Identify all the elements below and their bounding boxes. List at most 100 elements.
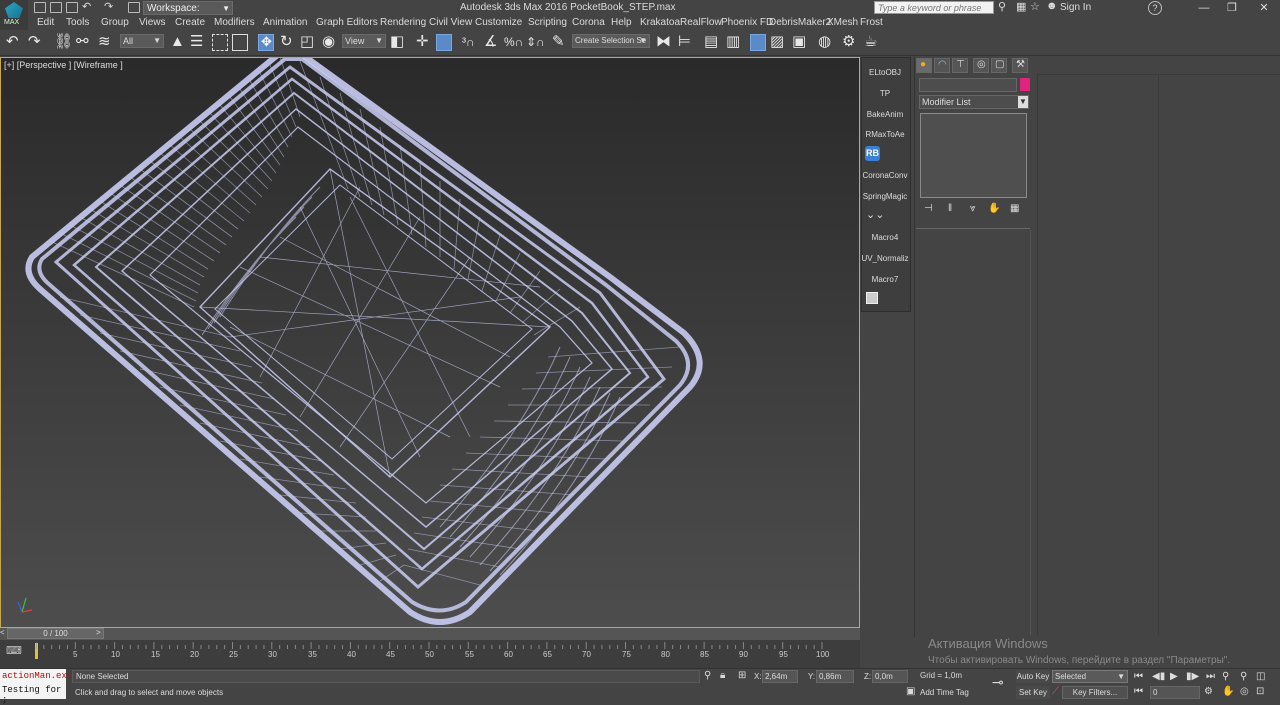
angle-snap-icon[interactable]: ∡ xyxy=(484,33,497,51)
user-icon[interactable]: ☻ xyxy=(1046,0,1058,12)
bind-space-warp-icon[interactable]: ≋ xyxy=(98,33,111,51)
scene-explorer-icon[interactable] xyxy=(750,34,766,51)
menu-modifiers[interactable]: Modifiers xyxy=(214,16,255,30)
named-selection-set-dropdown[interactable]: Create Selection Se ▼ xyxy=(572,34,650,48)
key-filter-icon[interactable]: ⟋ xyxy=(1052,686,1059,697)
menu-civil-view[interactable]: Civil View xyxy=(429,16,472,30)
auto-key-button[interactable]: Auto Key xyxy=(1016,670,1050,683)
select-object-icon[interactable]: ▲ xyxy=(170,33,185,51)
select-and-rotate-icon[interactable]: ↻ xyxy=(280,33,293,51)
viewport-label-menu[interactable]: [+] [Perspective ] [Wireframe ] xyxy=(4,60,123,70)
workspace-dropdown[interactable]: Workspace: Default ▼ xyxy=(143,1,233,27)
redo-quick-icon[interactable]: ↷ xyxy=(104,0,113,13)
menu-create[interactable]: Create xyxy=(175,16,205,30)
macro7-button[interactable]: Macro7 xyxy=(861,275,909,284)
select-and-move-icon[interactable]: ✥ xyxy=(258,34,274,51)
select-and-scale-icon[interactable]: ◰ xyxy=(300,33,314,51)
menu-debrismaker2[interactable]: DebrisMaker2 xyxy=(769,16,831,30)
slider-prev-icon[interactable]: < xyxy=(0,628,5,637)
time-slider-thumb[interactable]: 0 / 100 xyxy=(7,628,104,639)
search-input[interactable]: Type a keyword or phrase xyxy=(874,1,994,14)
material-editor-icon[interactable]: ◍ xyxy=(818,33,831,51)
toggle-ribbon-icon[interactable]: ▥ xyxy=(726,33,740,51)
pivot-center-icon[interactable]: ◧ xyxy=(390,33,404,51)
orbit-icon[interactable]: ◎ xyxy=(1240,686,1249,697)
macro-tp-button[interactable]: TP xyxy=(861,89,909,98)
key-mode-dropdown[interactable]: Selected ▼ xyxy=(1052,670,1128,683)
app-menu-button[interactable]: MAX xyxy=(0,0,28,30)
snaps-toggle-icon[interactable]: ³∩ xyxy=(462,33,475,51)
macro-uv-normaliz-button[interactable]: UV_Normaliz xyxy=(861,254,909,263)
zoom-icon[interactable]: ⚲ xyxy=(1222,671,1229,682)
project-folder-icon[interactable] xyxy=(128,2,140,13)
maxscript-listener[interactable]: actionMan.exe Testing for ; xyxy=(0,669,72,705)
menu-help[interactable]: Help xyxy=(611,16,632,30)
menu-krakatoa[interactable]: Krakatoa xyxy=(640,16,680,30)
absolute-mode-icon[interactable]: ⊞ xyxy=(738,670,746,681)
time-slider-track[interactable] xyxy=(0,628,860,640)
set-key-button[interactable]: Set Key xyxy=(1016,686,1050,699)
time-tag-icon[interactable]: ▣ xyxy=(906,686,915,697)
go-to-end-icon[interactable]: ⏭ xyxy=(1206,671,1215,682)
menu-edit[interactable]: Edit xyxy=(37,16,54,30)
script-icon[interactable] xyxy=(866,292,878,304)
key-mode-toggle-icon[interactable]: ⏮ xyxy=(1134,686,1143,697)
render-teapot-icon[interactable]: ☕ xyxy=(864,33,877,51)
add-time-tag-button[interactable]: Add Time Tag xyxy=(920,688,969,697)
sign-in-button[interactable]: Sign In xyxy=(1060,1,1091,15)
macro4-button[interactable]: Macro4 xyxy=(861,233,909,242)
zoom-extents-icon[interactable]: ◫ xyxy=(1256,671,1265,682)
macro-springmagic-button[interactable]: SpringMagic xyxy=(861,192,909,201)
macro-rmaxtoae-button[interactable]: RMaxToAe xyxy=(861,130,909,139)
unlink-icon[interactable]: ⚯ xyxy=(76,33,89,51)
previous-frame-icon[interactable]: ◀▮ xyxy=(1152,671,1165,682)
reference-coordinate-dropdown[interactable]: View ▼ xyxy=(342,34,386,48)
menu-scripting[interactable]: Scripting xyxy=(528,16,567,30)
menu-phoenix-fd[interactable]: Phoenix FD xyxy=(721,16,773,30)
display-tab-icon[interactable]: ▢ xyxy=(991,58,1007,73)
mini-curve-editor-icon[interactable]: ⌨ xyxy=(6,644,22,657)
maximize-button[interactable]: ❐ xyxy=(1218,0,1246,16)
maximize-viewport-icon[interactable]: ⊡ xyxy=(1256,686,1264,697)
slider-next-icon[interactable]: > xyxy=(96,628,101,637)
menu-corona[interactable]: Corona xyxy=(572,16,605,30)
make-unique-icon[interactable]: ⩔ xyxy=(970,203,976,214)
redo-icon[interactable]: ↷ xyxy=(28,33,41,51)
time-config-icon[interactable]: ⚙ xyxy=(1204,686,1213,697)
x-coord-field[interactable]: 2,64m xyxy=(762,670,798,683)
menu-customize[interactable]: Customize xyxy=(475,16,522,30)
select-manipulate-icon[interactable]: ✛ xyxy=(416,33,429,51)
menu-animation[interactable]: Animation xyxy=(263,16,307,30)
rectangular-selection-icon[interactable] xyxy=(212,34,228,51)
isolate-toggle-icon[interactable]: ⚲ xyxy=(704,670,711,681)
favorites-star-icon[interactable]: ☆ xyxy=(1030,0,1040,13)
undo-icon[interactable]: ↶ xyxy=(6,33,19,51)
keyboard-shortcut-override-icon[interactable] xyxy=(436,34,452,51)
subscription-icon[interactable]: ▦ xyxy=(1016,0,1026,13)
hierarchy-tab-icon[interactable]: ⊤ xyxy=(952,58,968,73)
select-and-place-icon[interactable]: ◉ xyxy=(322,33,335,51)
new-file-icon[interactable] xyxy=(34,2,46,13)
modify-tab-icon[interactable]: ◠ xyxy=(934,58,950,73)
motion-tab-icon[interactable]: ◎ xyxy=(973,58,989,73)
selection-filter-dropdown[interactable]: All ▼ xyxy=(120,34,164,48)
render-setup-icon[interactable]: ⚙ xyxy=(842,33,855,51)
percent-snap-icon[interactable]: %∩ xyxy=(504,33,523,51)
close-button[interactable]: ✕ xyxy=(1250,0,1278,16)
menu-tools[interactable]: Tools xyxy=(66,16,89,30)
select-by-name-icon[interactable]: ☰ xyxy=(190,33,203,51)
menu-rendering[interactable]: Rendering xyxy=(380,16,426,30)
schematic-view-icon[interactable]: ▣ xyxy=(792,33,806,51)
y-coord-field[interactable]: 0,86m xyxy=(816,670,854,683)
configure-modifier-sets-icon[interactable]: ▦ xyxy=(1010,203,1019,214)
object-color-swatch[interactable] xyxy=(1020,78,1030,91)
current-frame-field[interactable]: 0 xyxy=(1150,686,1200,699)
remove-modifier-icon[interactable]: ✋ xyxy=(988,203,1000,214)
macro-bakeanim-button[interactable]: BakeAnim xyxy=(861,110,909,119)
show-end-result-icon[interactable]: ‖ xyxy=(948,203,952,214)
menu-views[interactable]: Views xyxy=(139,16,166,30)
help-icon[interactable]: ? xyxy=(1148,1,1162,15)
select-and-link-icon[interactable]: ⛓ xyxy=(54,33,73,51)
next-frame-icon[interactable]: ▮▶ xyxy=(1186,671,1199,682)
key-filters-button[interactable]: Key Filters... xyxy=(1062,686,1128,699)
